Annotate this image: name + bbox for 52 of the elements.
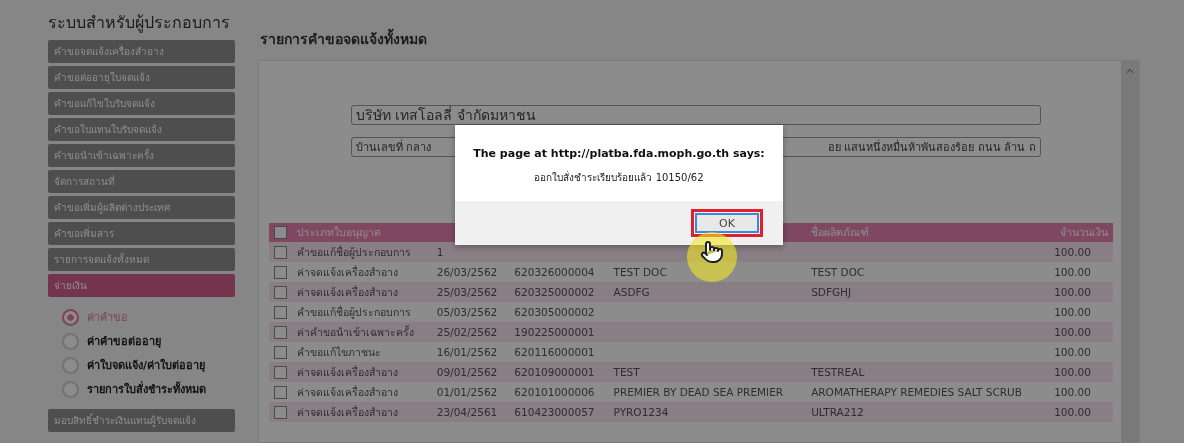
table-cell: TESTREAL [806, 362, 1050, 382]
column-header: จำนวนเงิน [1049, 223, 1113, 242]
table-cell: 100.00 [1049, 242, 1113, 262]
table-cell: คำขอแก้ชื่อผู้ประกอบการ [292, 302, 432, 322]
dialog-title: The page at http://platba.fda.moph.go.th says: [472, 147, 766, 160]
table-cell: 09/01/2562 [431, 362, 510, 382]
table-cell: AROMATHERAPY REMEDIES SALT SCRUB [806, 382, 1050, 402]
table-cell: 100.00 [1049, 282, 1113, 302]
table-cell: 100.00 [1049, 342, 1113, 362]
page-heading: รายการคำขอจดแจ้งทั้งหมด [260, 28, 1140, 50]
table-cell: TEST [608, 362, 807, 382]
table-cell: 620109000001 [509, 362, 609, 382]
table-cell: ค่าจดแจ้งเครื่องสำอาง [292, 282, 432, 302]
table-cell: 01/01/2562 [431, 382, 510, 402]
dialog-message: ออกใบสั่งชำระเรียบร้อยแล้ว 10150/62 [533, 170, 705, 185]
table-cell: 100.00 [1049, 322, 1113, 342]
table-cell: 23/04/2561 [431, 402, 510, 422]
table-cell: 620116000001 [509, 342, 609, 362]
table-cell: TEST DOC [806, 262, 1050, 282]
table-cell: ค่าจดแจ้งเครื่องสำอาง [292, 402, 432, 422]
table-cell: 610423000057 [509, 402, 609, 422]
table-cell: 25/03/2562 [431, 282, 510, 302]
table-cell: คำขอแก้ชื่อผู้ประกอบการ [292, 242, 432, 262]
table-cell: 05/03/2562 [431, 302, 510, 322]
table-cell: 100.00 [1049, 402, 1113, 422]
table-cell: TEST DOC [608, 262, 807, 282]
column-header: ประเภทใบอนุญาต [292, 223, 432, 242]
table-cell: 100.00 [1049, 362, 1113, 382]
table-cell: 16/01/2562 [431, 342, 510, 362]
table-cell: คำขอแก้ไขภาชนะ [292, 342, 432, 362]
table-cell: PYRO1234 [608, 402, 807, 422]
table-cell: 620326000004 [509, 262, 609, 282]
table-cell: ULTRA212 [806, 402, 1050, 422]
table-cell: PREMIER BY DEAD SEA PREMIER [608, 382, 807, 402]
table-cell: 100.00 [1049, 302, 1113, 322]
sidebar-title: ระบบสำหรับผู้ประกอบการ [48, 12, 231, 35]
column-header: ชื่อผลิตภัณฑ์ [806, 223, 1050, 242]
table-cell: 620305000002 [509, 302, 609, 322]
table-cell: SDFGHJ [806, 282, 1050, 302]
table-cell: 25/02/2562 [431, 322, 510, 342]
table-cell: ค่าจดแจ้งเครื่องสำอาง [292, 262, 432, 282]
table-cell: 1 [431, 242, 510, 262]
table-cell: 26/03/2562 [431, 262, 510, 282]
table-cell: ค่าจดแจ้งเครื่องสำอาง [292, 382, 432, 402]
table-cell: ค่าจดแจ้งเครื่องสำอาง [292, 362, 432, 382]
table-cell: ค่าคำขอนำเข้าเฉพาะครั้ง [292, 322, 432, 342]
table-cell: 190225000001 [509, 322, 609, 342]
table-cell: ASDFG [608, 282, 807, 302]
table-cell: 100.00 [1049, 382, 1113, 402]
table-cell: 100.00 [1049, 262, 1113, 282]
table-cell: 620325000002 [509, 282, 609, 302]
table-cell: 620101000006 [509, 382, 609, 402]
